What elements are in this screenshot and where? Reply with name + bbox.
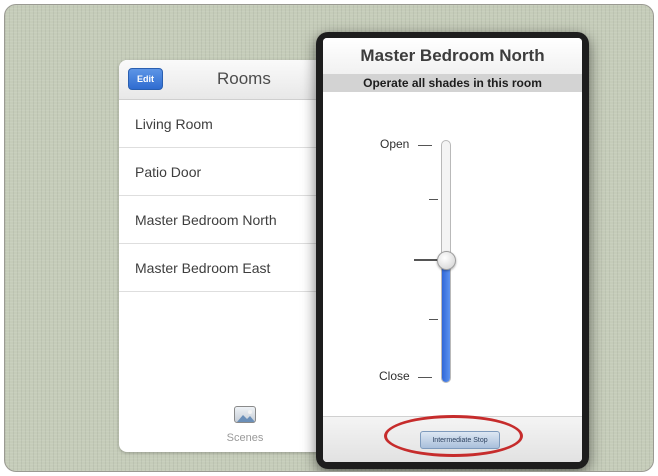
room-item-living-room[interactable]: Living Room xyxy=(119,100,324,148)
room-item-master-bedroom-east[interactable]: Master Bedroom East xyxy=(119,244,324,292)
modal-subtitle: Operate all shades in this room xyxy=(323,74,582,92)
room-item-master-bedroom-north[interactable]: Master Bedroom North xyxy=(119,196,324,244)
scenes-tab[interactable]: Scenes xyxy=(217,406,273,450)
slider-tick-close xyxy=(418,377,432,378)
slider-tick-lower xyxy=(429,319,438,320)
room-item-label: Patio Door xyxy=(135,163,202,180)
shade-slider-thumb[interactable] xyxy=(437,251,456,270)
scenes-picture-icon xyxy=(234,406,256,423)
edit-button[interactable]: Edit xyxy=(128,68,163,90)
slider-tick-open xyxy=(418,145,432,146)
highlight-annotation-ring xyxy=(384,415,523,457)
modal-title: Master Bedroom North xyxy=(323,38,582,74)
room-item-label: Living Room xyxy=(135,115,213,132)
app-background: Edit Rooms Living Room Patio Door Master… xyxy=(4,4,654,472)
slider-tick-upper xyxy=(429,199,438,200)
rooms-title: Rooms xyxy=(217,69,271,88)
room-item-label: Master Bedroom North xyxy=(135,211,277,228)
rooms-panel: Edit Rooms Living Room Patio Door Master… xyxy=(119,60,324,452)
close-label: Close xyxy=(379,369,410,383)
shade-slider-area: Open Close xyxy=(323,92,582,416)
rooms-header: Edit Rooms xyxy=(119,60,324,100)
scenes-label: Scenes xyxy=(226,432,264,444)
modal-content: Master Bedroom North Operate all shades … xyxy=(323,38,582,462)
room-item-patio-door[interactable]: Patio Door xyxy=(119,148,324,196)
open-label: Open xyxy=(380,137,410,151)
slider-tick-current xyxy=(414,259,438,261)
room-shade-modal: Master Bedroom North Operate all shades … xyxy=(316,32,589,469)
shade-slider-fill xyxy=(442,263,450,382)
room-item-label: Master Bedroom East xyxy=(135,259,271,276)
